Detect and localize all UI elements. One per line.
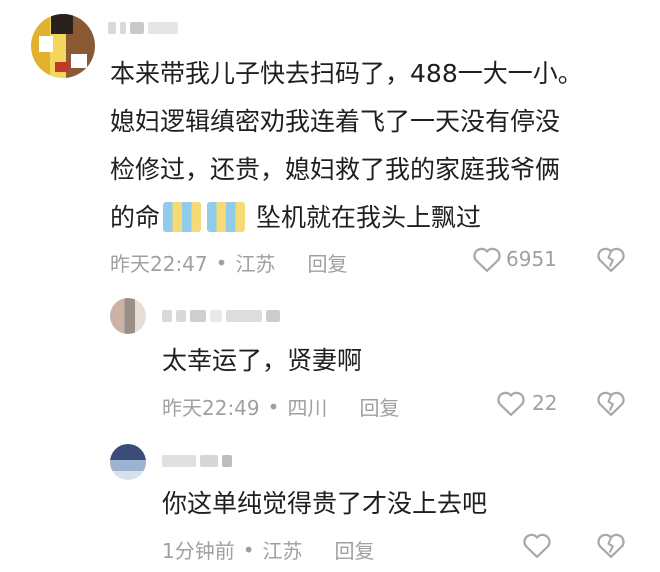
reply-button[interactable]: 回复 [335, 535, 375, 564]
comment-meta: 昨天22:47 • 江苏 回复 [110, 248, 347, 277]
comment-text: 本来带我儿子快去扫码了，488一大一小。 媳妇逻辑缜密劝我连着飞了一天没有停没 … [110, 50, 583, 242]
avatar[interactable] [31, 14, 95, 78]
emoji-icon [163, 202, 202, 232]
like-count: 22 [532, 391, 558, 415]
like-button[interactable]: 6951 [472, 245, 557, 273]
emoji-icon [207, 202, 246, 232]
broken-heart-icon [597, 533, 625, 558]
like-count: 6951 [506, 247, 557, 271]
comment-line: 本来带我儿子快去扫码了，488一大一小。 [110, 59, 583, 88]
separator: • [267, 394, 280, 419]
reply-button[interactable]: 回复 [307, 248, 347, 277]
comment-time: 昨天22:47 [110, 252, 208, 276]
like-button[interactable] [522, 531, 552, 559]
comment-location: 四川 [287, 396, 328, 420]
comment-location: 江苏 [262, 539, 303, 563]
comment-line: 媳妇逻辑缜密劝我连着飞了一天没有停没 [110, 107, 561, 136]
comment-line-start: 的命 [110, 203, 161, 232]
comment-meta: 昨天22:49 • 四川 回复 [162, 392, 399, 421]
comment-line: 的命 坠机就在我头上飘过 [110, 194, 583, 242]
dislike-button[interactable] [596, 245, 626, 277]
reply-text: 太幸运了，贤妻啊 [162, 337, 362, 385]
comment-line: 太幸运了，贤妻啊 [162, 346, 363, 375]
heart-icon [523, 533, 551, 558]
dislike-button[interactable] [596, 531, 626, 563]
heart-icon [497, 391, 525, 416]
avatar[interactable] [110, 298, 146, 334]
comment-time: 昨天22:49 [162, 396, 260, 420]
broken-heart-icon [597, 247, 625, 272]
dislike-button[interactable] [596, 389, 626, 421]
username-blurred[interactable] [162, 310, 280, 322]
reply-button[interactable]: 回复 [359, 392, 399, 421]
comment-meta: 1分钟前 • 江苏 回复 [162, 535, 375, 564]
reply-text: 你这单纯觉得贵了才没上去吧 [162, 480, 487, 528]
comment-location: 江苏 [235, 252, 276, 276]
heart-icon [473, 247, 501, 272]
comment-time: 1分钟前 [162, 539, 235, 563]
username-blurred[interactable] [108, 22, 178, 34]
like-button[interactable]: 22 [496, 389, 557, 417]
broken-heart-icon [597, 391, 625, 416]
comment-line-end: 坠机就在我头上飘过 [255, 203, 481, 232]
separator: • [242, 537, 255, 562]
avatar[interactable] [110, 444, 146, 480]
username-blurred[interactable] [162, 455, 232, 467]
comment-line: 检修过，还贵，媳妇救了我的家庭我爷俩 [110, 155, 561, 184]
separator: • [215, 250, 228, 275]
comment-line: 你这单纯觉得贵了才没上去吧 [162, 489, 488, 518]
